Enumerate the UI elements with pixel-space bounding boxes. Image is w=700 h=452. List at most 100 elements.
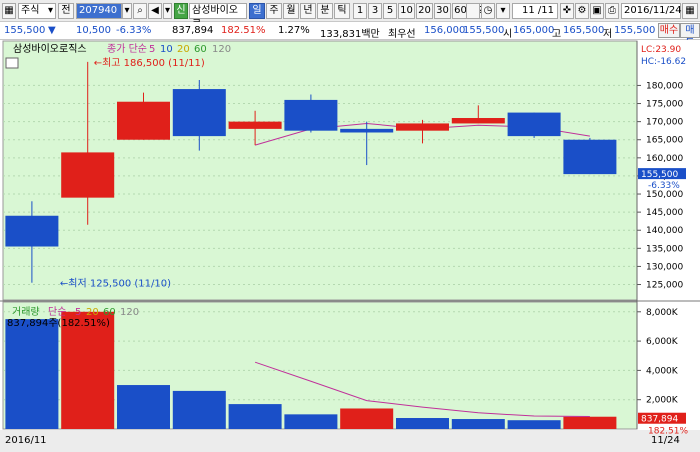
interval-button-3[interactable]: 3	[368, 3, 382, 19]
volume-bar	[5, 319, 59, 429]
volume-axis-label: 6,000K	[646, 337, 679, 347]
volume-bar	[61, 311, 115, 429]
calendar-icon[interactable]: ▦	[682, 3, 698, 19]
current-rate-label: -6.33%	[648, 181, 680, 191]
crosshair-icon[interactable]: ✜	[560, 3, 574, 19]
quote-bar: 155,500 ▼ 10,500 -6.33% 837,894 182.51% …	[0, 22, 700, 49]
period-button-5[interactable]: 틱	[334, 3, 350, 19]
current-price-tag-label: 155,500	[641, 170, 678, 180]
date-field[interactable]: 2016/11/24	[621, 3, 682, 19]
price-change: 10,500	[76, 25, 111, 36]
turnover-rate: 1.27%	[278, 25, 310, 36]
max-price-annotation: ←최고 186,500 (11/11)	[94, 57, 205, 69]
buy-button[interactable]: 매수	[658, 23, 680, 38]
candle-body	[507, 112, 561, 137]
price-axis-label: 175,000	[646, 100, 683, 110]
volume-ma-legend-60: 60	[103, 307, 116, 318]
price-change-rate: -6.33%	[116, 25, 152, 36]
down-arrow-icon: ▼	[48, 25, 56, 36]
print-icon[interactable]: ⎙	[605, 3, 619, 19]
volume: 837,894	[172, 25, 214, 36]
time-icon[interactable]: ◷	[481, 3, 495, 19]
period-button-0[interactable]: 일	[249, 3, 265, 19]
chevron-down-icon[interactable]: ▾	[496, 3, 510, 19]
price-axis-label: 150,000	[646, 190, 683, 200]
volume-header-value: 837,894주(182.51%)	[7, 318, 110, 329]
interval-button-1[interactable]: 1	[353, 3, 367, 19]
current-volume-tag-label: 837,894	[641, 415, 678, 425]
volume-bar	[396, 418, 449, 429]
price-axis-label: 160,000	[646, 154, 683, 164]
price-axis-label: 165,000	[646, 136, 683, 146]
candle-body	[5, 215, 59, 247]
grid-menu-icon[interactable]: ▦	[2, 3, 16, 19]
candle-body	[117, 101, 170, 140]
volume-ratio: 182.51%	[221, 25, 266, 36]
volume-bar	[228, 404, 282, 429]
save-icon[interactable]: ▣	[590, 3, 604, 19]
candle-body	[563, 139, 617, 175]
volume-bar	[284, 414, 338, 429]
volume-axis-label: 8,000K	[646, 308, 679, 318]
volume-ma-legend-120: 120	[120, 307, 139, 318]
volume-bar	[563, 416, 617, 429]
volume-axis-label: 4,000K	[646, 366, 679, 376]
chart-toolbar: ▦ 주식▾ 전 207940 ▾ ⌕ ◀ ▾ 신 삼성바이오로 일주월년분틱13…	[0, 0, 700, 30]
page-counter: 11 /11	[512, 3, 558, 19]
price-axis-label: 130,000	[646, 262, 683, 272]
stock-code-input[interactable]: 207940	[76, 3, 122, 19]
code-dropdown-icon[interactable]: ▾	[122, 3, 132, 19]
preferred-label: 최우선	[388, 29, 416, 40]
period-button-3[interactable]: 년	[300, 3, 316, 19]
best-bid: 156,000	[424, 25, 466, 36]
candle-body	[228, 121, 282, 129]
price-axis-label: 135,000	[646, 244, 683, 254]
low-price: 155,500	[614, 25, 656, 36]
speaker-dropdown-icon[interactable]: ▾	[163, 3, 172, 19]
volume-ma-legend-20: 20	[86, 307, 99, 318]
open-label: 시	[503, 29, 513, 40]
candle-body	[61, 152, 115, 198]
volume-axis-label: 2,000K	[646, 396, 679, 406]
price-ma-legend-60: 60	[194, 44, 207, 55]
price-axis-label: 140,000	[646, 226, 683, 236]
candle-body	[451, 118, 505, 124]
price-axis-label: 145,000	[646, 208, 683, 218]
open-price: 165,000	[513, 25, 555, 36]
chart-settings-icon[interactable]	[5, 57, 19, 69]
lc-label: LC:23.90	[641, 45, 681, 55]
price-ma-legend-120: 120	[212, 44, 231, 55]
period-button-1[interactable]: 주	[266, 3, 282, 19]
footer-bar	[0, 430, 700, 452]
price-axis-label: 125,000	[646, 281, 683, 291]
speaker-icon[interactable]: ◀	[148, 3, 162, 19]
interval-button-5[interactable]: 5	[383, 3, 397, 19]
volume-ma-legend-5: 5	[75, 307, 81, 318]
candle-body	[172, 89, 226, 137]
search-icon[interactable]: ⌕	[133, 3, 147, 19]
volume-bar	[117, 385, 170, 429]
best-ask: 155,500	[463, 25, 505, 36]
volume-chart-title: 거래량	[12, 306, 40, 318]
stock-name-field: 삼성바이오로	[189, 3, 247, 30]
interval-button-30[interactable]: 30	[434, 3, 451, 19]
volume-bar	[340, 408, 394, 429]
market-type-select[interactable]: 주식 ▾	[18, 3, 56, 19]
period-button-2[interactable]: 월	[283, 3, 299, 19]
interval-input[interactable]	[466, 3, 480, 19]
period-button-4[interactable]: 분	[317, 3, 333, 19]
low-label: 저	[603, 29, 613, 40]
interval-button-10[interactable]: 10	[398, 3, 415, 19]
credit-badge: 신	[174, 3, 188, 19]
interval-button-20[interactable]: 20	[416, 3, 433, 19]
market-type-value: 주식	[21, 5, 40, 16]
sell-button[interactable]: 매도	[680, 23, 700, 49]
footer-left-date: 2016/11	[5, 435, 47, 446]
price-ma-legend-20: 20	[177, 44, 190, 55]
footer-right-date: 11/24	[651, 435, 680, 446]
volume-bar	[172, 390, 226, 429]
trading-amount: 133,831백만	[320, 29, 380, 40]
chart-area[interactable]: 125,000 130,000 135,000 140,000 145,000 150,0…	[0, 40, 700, 452]
all-stocks-button[interactable]: 전	[58, 3, 74, 19]
settings-icon[interactable]: ⚙	[575, 3, 589, 19]
